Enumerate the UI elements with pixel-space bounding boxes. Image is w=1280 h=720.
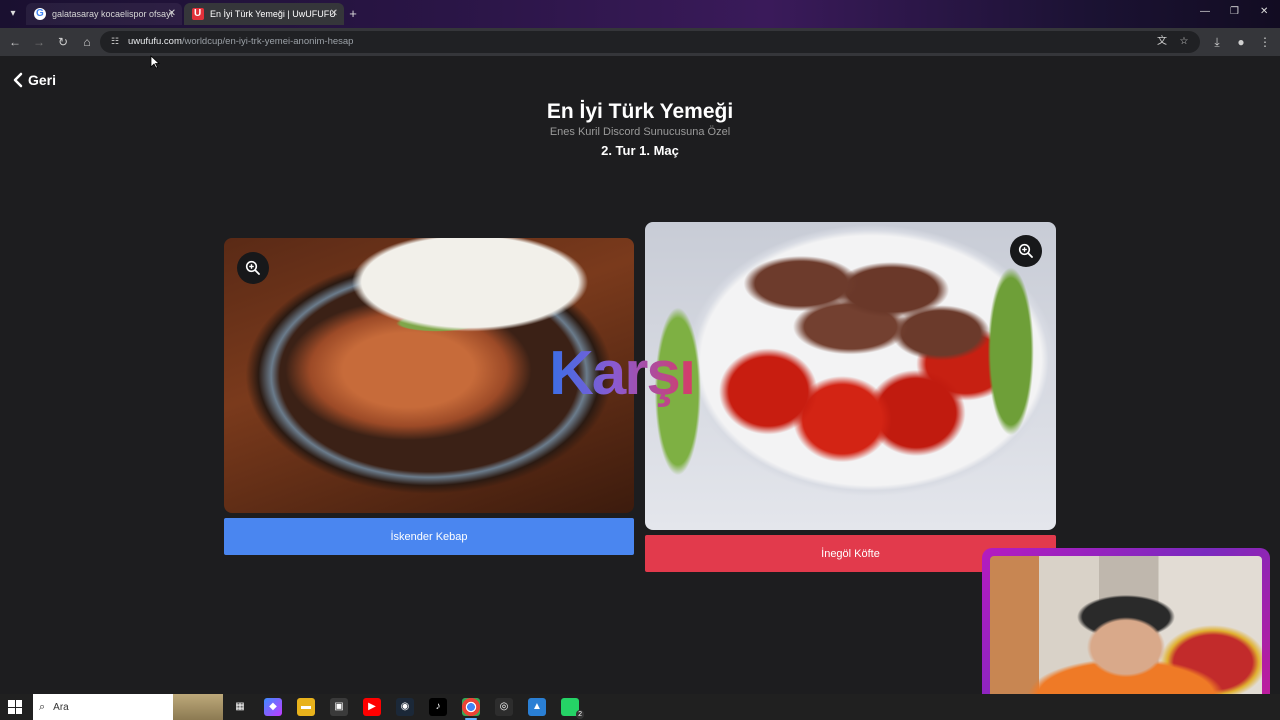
restore-icon[interactable]: ❐ xyxy=(1230,6,1239,17)
bookmark-star-icon[interactable]: ☆ xyxy=(1176,34,1192,50)
download-icon[interactable]: ⤓ xyxy=(1208,33,1226,51)
forward-arrow-icon[interactable]: → xyxy=(30,33,48,51)
search-icon: ⌕ xyxy=(39,700,46,713)
round-indicator: 2. Tur 1. Maç xyxy=(601,143,679,158)
tiktok-icon[interactable]: ♪ xyxy=(429,698,447,716)
chevron-left-icon xyxy=(13,72,23,88)
webcam-overlay xyxy=(982,548,1270,716)
zoom-in-icon xyxy=(245,260,260,275)
tab-google-search[interactable]: galatasaray kocaelispor ofsayt ✕ xyxy=(26,3,182,25)
obs-icon[interactable]: ◎ xyxy=(495,698,513,716)
back-arrow-icon[interactable]: ← xyxy=(6,33,24,51)
translate-icon[interactable]: 文 xyxy=(1154,34,1170,50)
tab-uwufufu[interactable]: En İyi Türk Yemeği | UwUFUFU ✕ xyxy=(184,3,344,25)
inegol-kofte-image[interactable] xyxy=(645,222,1056,530)
browser-toolbar: ← → ↻ ⌂ ☷ uwufufu.com/worldcup/en-iyi-tr… xyxy=(0,28,1280,56)
site-info-icon[interactable]: ☷ xyxy=(108,34,122,48)
search-highlight-image xyxy=(173,694,223,720)
zoom-right-button[interactable] xyxy=(1010,235,1042,267)
notification-badge: 2 xyxy=(576,710,584,719)
choice-left-button[interactable]: İskender Kebap xyxy=(224,518,634,555)
back-button[interactable]: Geri xyxy=(12,70,56,90)
page-subtitle: Enes Kuril Discord Sunucusuna Özel xyxy=(549,126,731,138)
steam-icon[interactable]: ◉ xyxy=(396,698,414,716)
tab-title: galatasaray kocaelispor ofsayt xyxy=(52,9,174,19)
mouse-cursor-icon xyxy=(150,55,160,69)
page-title: En İyi Türk Yemeği xyxy=(546,100,734,123)
tab-title: En İyi Türk Yemeği | UwUFUFU xyxy=(210,9,336,19)
menu-kebab-icon[interactable]: ⋮ xyxy=(1256,33,1274,51)
google-favicon-icon xyxy=(34,3,46,25)
address-bar[interactable]: ☷ uwufufu.com/worldcup/en-iyi-trk-yemei-… xyxy=(100,31,1200,53)
close-window-icon[interactable]: ✕ xyxy=(1260,6,1268,17)
store-icon[interactable]: ▣ xyxy=(330,698,348,716)
tab-search-icon[interactable]: ▾ xyxy=(4,5,22,23)
search-placeholder: Ara xyxy=(53,701,69,713)
task-view-icon[interactable]: ▦ xyxy=(231,698,249,716)
browser-tab-bar: ▾ galatasaray kocaelispor ofsayt ✕ En İy… xyxy=(0,0,1280,28)
uwufufu-favicon-icon xyxy=(192,3,204,25)
zoom-in-icon xyxy=(1018,243,1033,258)
close-tab-icon[interactable]: ✕ xyxy=(168,3,176,25)
reload-icon[interactable]: ↻ xyxy=(54,33,72,51)
url-text[interactable]: uwufufu.com/worldcup/en-iyi-trk-yemei-an… xyxy=(128,31,353,53)
back-label: Geri xyxy=(28,72,57,88)
home-icon[interactable]: ⌂ xyxy=(78,33,96,51)
windows-start-icon[interactable] xyxy=(8,700,22,714)
whatsapp-icon[interactable]: 2 xyxy=(561,698,584,719)
file-explorer-icon[interactable]: ▬ xyxy=(297,698,315,716)
vs-label: Karşı xyxy=(549,339,696,408)
minimize-icon[interactable]: — xyxy=(1200,6,1210,17)
webcam-feed xyxy=(990,556,1262,708)
close-tab-icon[interactable]: ✕ xyxy=(330,3,338,25)
new-tab-icon[interactable]: + xyxy=(344,5,362,23)
photos-icon[interactable]: ▲ xyxy=(528,698,546,716)
profile-avatar-icon[interactable]: ● xyxy=(1232,33,1250,51)
chrome-icon[interactable] xyxy=(462,698,480,720)
youtube-icon[interactable]: ▶ xyxy=(363,698,381,716)
zoom-left-button[interactable] xyxy=(237,252,269,284)
windows-taskbar: ⌕ Ara ▦ ◆ ▬ ▣ ▶ ◉ ♪ ◎ ▲ 2 xyxy=(0,694,1280,720)
taskbar-search[interactable]: ⌕ Ara xyxy=(33,694,223,720)
copilot-icon[interactable]: ◆ xyxy=(264,698,282,716)
